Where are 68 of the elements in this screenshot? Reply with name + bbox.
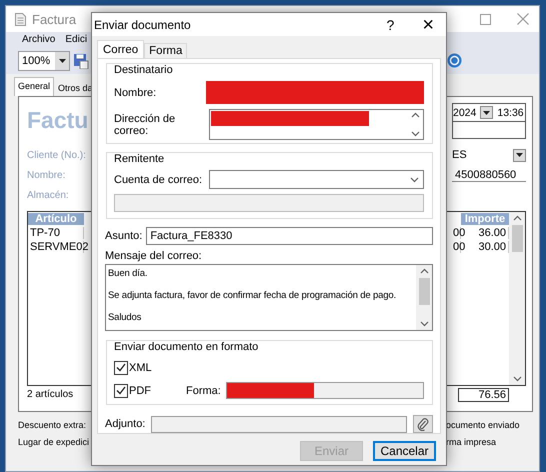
attachment-field[interactable] [151, 416, 407, 432]
text-field[interactable] [114, 194, 424, 212]
scrollbar[interactable] [509, 212, 525, 385]
group-title: Remitente [113, 153, 166, 165]
close-button[interactable]: × [422, 14, 434, 34]
caret-icon [58, 58, 66, 62]
total-field: 76.56 [458, 388, 509, 402]
scroll-thumb[interactable] [512, 225, 522, 252]
field-label: Nombre: [27, 170, 66, 180]
date-field[interactable]: 2024 13:36 [452, 103, 526, 122]
field-label: Mensaje del correo: [105, 250, 203, 262]
table-cell: TP-70 [28, 227, 84, 239]
column-header: Artículo [28, 213, 84, 225]
field-label: Forma: [186, 384, 221, 396]
help-button[interactable]: ? [386, 16, 394, 32]
field-label: Dirección de correo: [114, 112, 176, 136]
checkbox[interactable] [114, 360, 128, 374]
chevron-icon [420, 268, 428, 274]
caret-icon [483, 110, 490, 114]
chevron-icon [512, 376, 522, 382]
option-label: ocumento enviado [446, 420, 521, 430]
text-field[interactable]: 4500880560 [452, 168, 526, 182]
checkbox-label: PDF [129, 384, 151, 396]
help-icon [447, 53, 462, 68]
checkbox[interactable] [114, 384, 128, 398]
tab[interactable]: Correo [97, 40, 144, 58]
attach-button[interactable] [413, 415, 433, 433]
field-label: Asunto: [105, 230, 142, 242]
save-icon [73, 52, 89, 68]
message-field[interactable]: Buen día. Se adjunta factura, favor de confirmar fecha de programación de pago. Saludos [105, 264, 433, 331]
chevron-icon [420, 321, 428, 327]
menu-item[interactable]: Archivo [22, 34, 56, 45]
form-heading: Factu [27, 106, 88, 135]
window-title: Factura [32, 12, 76, 26]
caret-icon [516, 153, 523, 157]
email-field[interactable] [209, 109, 424, 140]
field-label: Nombre: [114, 86, 158, 98]
field-label: Adjunto: [105, 418, 146, 430]
group-title: Enviar documento en formato [113, 341, 260, 353]
chevron-icon [410, 176, 419, 182]
scroll-thumb[interactable] [418, 278, 430, 305]
field-label: Cliente (No.): [27, 150, 86, 160]
client-combo[interactable]: ES [452, 148, 526, 162]
close-icon [517, 13, 529, 25]
group-title: Destinatario [113, 64, 174, 76]
subject-field[interactable]: Factura_FE8330 [146, 227, 433, 245]
item-count: 2 artículos [27, 389, 74, 400]
checkbox-label: XML [129, 362, 152, 374]
chevron-icon [512, 215, 522, 221]
column-header: Importe [461, 213, 509, 225]
dialog-button[interactable]: Cancelar [373, 441, 436, 461]
zoom-combo[interactable]: 100% [18, 50, 70, 70]
text-field[interactable] [452, 122, 526, 139]
field-label: Cuenta de correo: [114, 174, 204, 186]
chevron-icon [411, 131, 420, 137]
field-label: Descuento extra: [18, 420, 86, 430]
tab[interactable]: Forma [144, 43, 188, 58]
chevron-icon [411, 112, 420, 118]
paperclip-icon [417, 418, 429, 430]
document-icon [15, 12, 26, 26]
form-field[interactable] [226, 382, 424, 399]
field-label: Almacén: [27, 190, 69, 200]
dialog-title: Enviar documento [94, 18, 191, 32]
menu-item[interactable]: Edici [65, 34, 88, 45]
field-label: Lugar de expedici [18, 436, 90, 446]
tab[interactable]: General [14, 77, 54, 96]
maximize-icon [480, 14, 491, 24]
account-dropdown[interactable] [209, 170, 424, 189]
